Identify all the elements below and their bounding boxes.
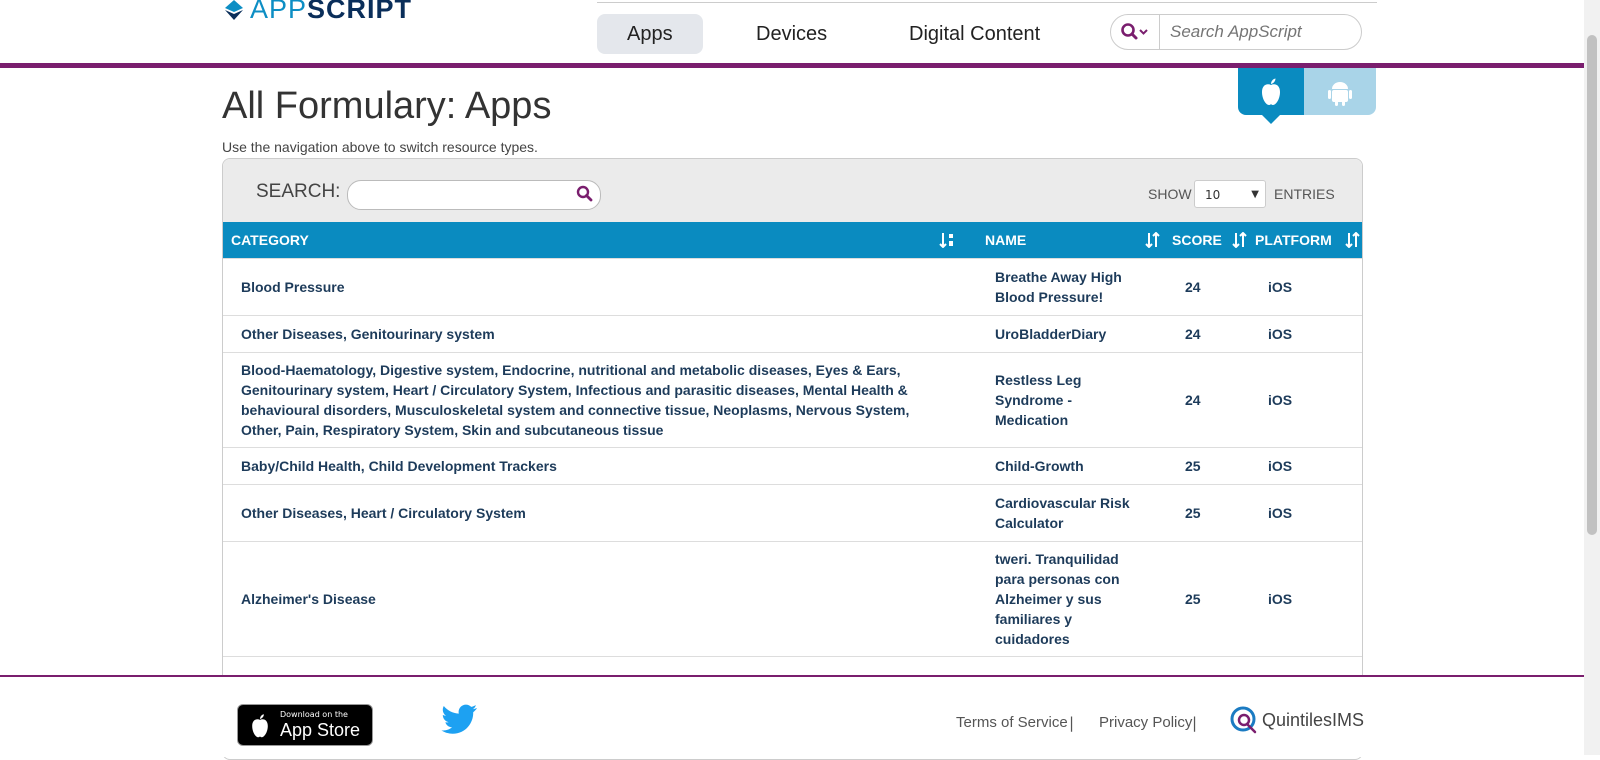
scrollbar-thumb[interactable] bbox=[1587, 35, 1597, 535]
apple-icon bbox=[252, 714, 268, 738]
cell-score: 24 bbox=[1185, 392, 1201, 408]
cell-name[interactable]: Breathe Away High Blood Pressure! bbox=[995, 259, 1140, 315]
appscript-logo[interactable]: APPSCRIPT bbox=[222, 0, 412, 25]
table-row[interactable]: Baby/Child Health, Child Development Tra… bbox=[223, 447, 1362, 484]
android-icon bbox=[1328, 81, 1352, 106]
cell-name[interactable]: Restless Leg Syndrome - Medication bbox=[995, 353, 1140, 447]
column-header-category[interactable]: CATEGORY bbox=[231, 222, 961, 258]
table-row[interactable]: Blood-Haematology, Digestive system, End… bbox=[223, 352, 1362, 447]
footer-separator: | bbox=[1192, 714, 1198, 732]
sort-icon bbox=[1345, 232, 1360, 248]
quintiles-text: QuintilesIMS bbox=[1262, 709, 1365, 730]
cell-category[interactable]: Baby/Child Health, Child Development Tra… bbox=[241, 448, 941, 484]
quintiles-mark-icon bbox=[1230, 706, 1257, 734]
cell-category[interactable]: Blood Pressure bbox=[241, 259, 941, 315]
cell-platform: iOS bbox=[1268, 279, 1293, 295]
table-controls: SEARCH: SHOW 10 ▼ ENTRIES bbox=[223, 159, 1362, 222]
table-header: CATEGORY NAME SCORE PLATFORM bbox=[223, 222, 1362, 258]
cell-platform: iOS bbox=[1268, 392, 1293, 408]
logo-app: APP bbox=[250, 0, 308, 24]
cell-platform: iOS bbox=[1268, 458, 1293, 474]
app-store-badge[interactable]: Download on the App Store bbox=[237, 704, 373, 746]
cell-name[interactable]: UroBladderDiary bbox=[995, 316, 1140, 352]
column-header-name[interactable]: NAME bbox=[985, 222, 1160, 258]
privacy-policy-link[interactable]: Privacy Policy bbox=[1099, 714, 1192, 731]
table-search-box bbox=[347, 180, 601, 210]
cell-score: 25 bbox=[1185, 591, 1201, 607]
cell-score: 25 bbox=[1185, 505, 1201, 521]
logo-text: APPSCRIPT bbox=[250, 0, 412, 25]
cell-category[interactable]: Other Diseases, Heart / Circulatory Syst… bbox=[241, 485, 941, 541]
platform-toggle bbox=[1238, 68, 1378, 124]
table-row[interactable]: Other Diseases, Genitourinary system Uro… bbox=[223, 315, 1362, 352]
table-search-input[interactable] bbox=[358, 183, 572, 209]
search-icon[interactable] bbox=[576, 185, 594, 203]
page-scrollbar[interactable] bbox=[1584, 0, 1600, 755]
terms-of-service-link[interactable]: Terms of Service bbox=[956, 714, 1068, 731]
cell-category[interactable]: Alzheimer's Disease bbox=[241, 542, 941, 656]
footer-separator: | bbox=[1069, 714, 1075, 732]
site-footer: Download on the App Store Terms of Servi… bbox=[0, 675, 1584, 757]
twitter-icon[interactable] bbox=[440, 704, 478, 740]
platform-android-button[interactable] bbox=[1304, 68, 1376, 115]
logo-script: SCRIPT bbox=[307, 0, 413, 24]
cell-name[interactable]: Child-Growth bbox=[995, 448, 1140, 484]
cell-category[interactable]: Blood-Haematology, Digestive system, End… bbox=[241, 353, 941, 447]
page-subtitle: Use the navigation above to switch resou… bbox=[222, 139, 538, 155]
cell-name[interactable]: Cardiovascular Risk Calculator bbox=[995, 485, 1140, 541]
column-name-label: NAME bbox=[985, 232, 1027, 248]
nav-digital-content[interactable]: Digital Content bbox=[879, 14, 1070, 54]
cell-category[interactable]: Other Diseases, Genitourinary system bbox=[241, 316, 941, 352]
site-search-input[interactable] bbox=[1168, 21, 1352, 43]
table-row[interactable]: Blood Pressure Breathe Away High Blood P… bbox=[223, 258, 1362, 315]
column-score-label: SCORE bbox=[1172, 232, 1222, 248]
table-search-label: SEARCH: bbox=[256, 181, 341, 202]
cell-name[interactable]: tweri. Tranquilidad para personas con Al… bbox=[995, 542, 1140, 656]
column-category-label: CATEGORY bbox=[231, 232, 309, 248]
sort-icon bbox=[1232, 232, 1247, 248]
cell-platform: iOS bbox=[1268, 505, 1293, 521]
nav-apps[interactable]: Apps bbox=[597, 14, 703, 54]
page-title: All Formulary: Apps bbox=[222, 85, 552, 127]
sort-icon bbox=[1145, 232, 1160, 248]
table-row[interactable]: Alzheimer's Disease tweri. Tranquilidad … bbox=[223, 541, 1362, 656]
quintiles-logo[interactable]: QuintilesIMS bbox=[1230, 705, 1364, 735]
sort-ascending-icon bbox=[939, 233, 953, 248]
cell-score: 24 bbox=[1185, 279, 1201, 295]
site-header: APPSCRIPT Apps Devices Digital Content bbox=[0, 0, 1584, 68]
entries-select[interactable]: 10 ▼ bbox=[1194, 180, 1266, 208]
column-header-platform[interactable]: PLATFORM bbox=[1255, 222, 1360, 258]
caret-down-icon: ▼ bbox=[1251, 189, 1259, 200]
app-store-big-text: App Store bbox=[280, 720, 361, 740]
platform-ios-button[interactable] bbox=[1238, 68, 1304, 124]
column-platform-label: PLATFORM bbox=[1255, 232, 1332, 248]
table-body: Blood Pressure Breathe Away High Blood P… bbox=[223, 258, 1362, 697]
search-icon bbox=[1121, 23, 1148, 40]
entries-label: ENTRIES bbox=[1274, 186, 1335, 202]
logo-mark-icon bbox=[225, 0, 243, 20]
nav-devices[interactable]: Devices bbox=[726, 14, 857, 54]
formulary-table-panel: SEARCH: SHOW 10 ▼ ENTRIES CATEGORY NAME bbox=[222, 158, 1363, 760]
table-row[interactable]: Other Diseases, Heart / Circulatory Syst… bbox=[223, 484, 1362, 541]
search-type-dropdown[interactable] bbox=[1111, 15, 1160, 49]
column-header-score[interactable]: SCORE bbox=[1172, 222, 1252, 258]
show-label: SHOW bbox=[1148, 186, 1192, 202]
cell-platform: iOS bbox=[1268, 326, 1293, 342]
cell-score: 25 bbox=[1185, 458, 1201, 474]
cell-platform: iOS bbox=[1268, 591, 1293, 607]
site-search bbox=[1110, 14, 1362, 50]
app-store-small-text: Download on the bbox=[280, 710, 348, 719]
apple-icon bbox=[1262, 78, 1280, 105]
entries-select-value: 10 bbox=[1205, 188, 1221, 202]
cell-score: 24 bbox=[1185, 326, 1201, 342]
